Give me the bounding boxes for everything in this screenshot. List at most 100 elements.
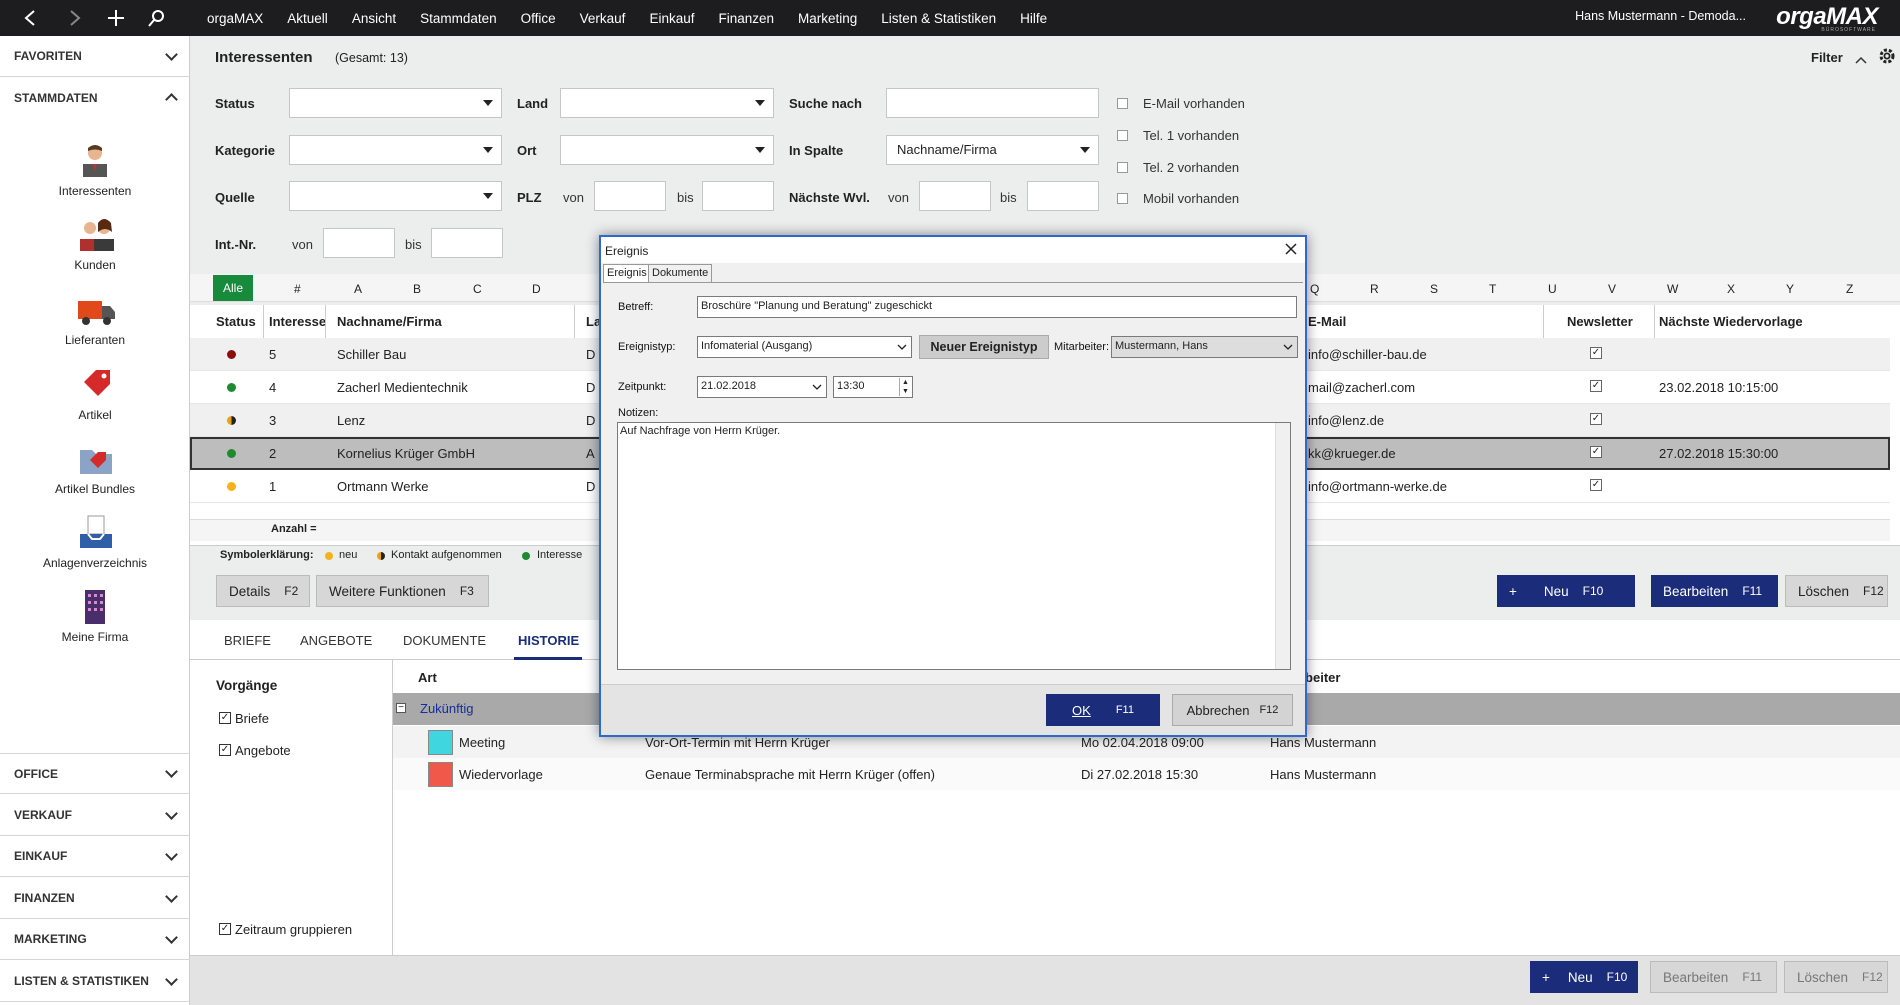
- letter-r[interactable]: R: [1370, 282, 1379, 296]
- sidebar-section-listen[interactable]: LISTEN & STATISTIKEN: [0, 961, 190, 1002]
- menu-finanzen[interactable]: Finanzen: [718, 11, 774, 26]
- datum-picker[interactable]: 21.02.2018: [697, 376, 827, 398]
- menu-orgamax[interactable]: orgaMAX: [207, 11, 263, 26]
- briefe-checkbox[interactable]: ✓: [219, 712, 231, 724]
- letter-x[interactable]: X: [1727, 282, 1735, 296]
- plz-to-input[interactable]: [702, 181, 774, 211]
- letter-u[interactable]: U: [1548, 282, 1557, 296]
- menu-stammdaten[interactable]: Stammdaten: [420, 11, 497, 26]
- sidebar-section-verkauf[interactable]: VERKAUF: [0, 795, 190, 836]
- newsletter-checkbox[interactable]: ✓: [1590, 479, 1602, 491]
- history-bearbeiten-button[interactable]: Bearbeiten F11: [1650, 961, 1777, 993]
- col-newsletter[interactable]: Newsletter: [1567, 305, 1633, 338]
- letter-a[interactable]: A: [354, 282, 362, 296]
- betreff-input[interactable]: Broschüre "Planung und Beratung" zugesch…: [697, 296, 1297, 318]
- notizen-textarea[interactable]: Auf Nachfrage von Herrn Krüger.: [617, 422, 1291, 670]
- col-interesse[interactable]: Interesse: [269, 305, 326, 338]
- sidebar-section-stammdaten[interactable]: STAMMDATEN: [0, 77, 190, 118]
- ereignistyp-select[interactable]: Infomaterial (Ausgang): [697, 336, 912, 358]
- menu-hilfe[interactable]: Hilfe: [1020, 11, 1047, 26]
- forward-icon[interactable]: [55, 0, 95, 36]
- search-icon[interactable]: [137, 0, 177, 36]
- quelle-select[interactable]: [289, 181, 502, 211]
- bearbeiten-button[interactable]: Bearbeiten F11: [1651, 575, 1778, 607]
- sidebar-item-interessenten[interactable]: Interessenten: [0, 142, 190, 198]
- tab-historie[interactable]: HISTORIE: [518, 633, 579, 648]
- menu-einkauf[interactable]: Einkauf: [649, 11, 694, 26]
- table-scrollbar[interactable]: [1890, 305, 1900, 545]
- sidebar-item-anlagenverzeichnis[interactable]: Anlagenverzeichnis: [0, 514, 190, 570]
- newsletter-checkbox[interactable]: ✓: [1590, 446, 1602, 458]
- sidebar-section-office[interactable]: OFFICE: [0, 753, 190, 794]
- letter-t[interactable]: T: [1489, 282, 1496, 296]
- letter-c[interactable]: C: [473, 282, 482, 296]
- tab-dokumente[interactable]: DOKUMENTE: [403, 633, 486, 648]
- textarea-scrollbar[interactable]: [1275, 423, 1290, 669]
- intnr-from-input[interactable]: [323, 228, 395, 258]
- land-select[interactable]: [560, 88, 774, 118]
- sidebar-item-artikel[interactable]: Artikel: [0, 366, 190, 422]
- col-status[interactable]: Status: [216, 305, 256, 338]
- sidebar-item-kunden[interactable]: Kunden: [0, 216, 190, 272]
- newsletter-checkbox[interactable]: ✓: [1590, 347, 1602, 359]
- gear-icon[interactable]: [1878, 47, 1896, 68]
- mitarbeiter-select[interactable]: Mustermann, Hans: [1111, 336, 1298, 358]
- sidebar-section-marketing[interactable]: MARKETING: [0, 919, 190, 960]
- status-select[interactable]: [289, 88, 502, 118]
- column-divider[interactable]: [574, 305, 575, 338]
- tel2-checkbox[interactable]: [1117, 162, 1128, 173]
- history-loeschen-button[interactable]: Löschen F12: [1784, 961, 1888, 993]
- letter-q[interactable]: Q: [1310, 282, 1319, 296]
- sidebar-item-lieferanten[interactable]: Lieferanten: [0, 291, 190, 347]
- tab-angebote[interactable]: ANGEBOTE: [300, 633, 372, 648]
- menu-ansicht[interactable]: Ansicht: [352, 11, 396, 26]
- tel1-checkbox[interactable]: [1117, 130, 1128, 141]
- dialog-tab-ereignis[interactable]: Ereignis: [603, 264, 651, 282]
- newsletter-checkbox[interactable]: ✓: [1590, 413, 1602, 425]
- menu-aktuell[interactable]: Aktuell: [287, 11, 328, 26]
- mobil-checkbox[interactable]: [1117, 193, 1128, 204]
- wvl-to-input[interactable]: [1027, 181, 1099, 211]
- dialog-tab-dokumente[interactable]: Dokumente: [648, 264, 713, 282]
- ort-select[interactable]: [560, 135, 774, 165]
- weitere-funktionen-button[interactable]: Weitere Funktionen F3: [316, 575, 489, 607]
- loeschen-button[interactable]: Löschen F12: [1785, 575, 1888, 607]
- back-icon[interactable]: [10, 0, 50, 36]
- letter-z[interactable]: Z: [1846, 282, 1853, 296]
- angebote-checkbox[interactable]: ✓: [219, 744, 231, 756]
- column-divider[interactable]: [1654, 305, 1655, 338]
- neu-button[interactable]: + Neu F10: [1497, 575, 1635, 607]
- filter-toggle[interactable]: Filter: [1811, 50, 1843, 65]
- kategorie-select[interactable]: [289, 135, 502, 165]
- search-input[interactable]: [886, 88, 1099, 118]
- menu-listen[interactable]: Listen & Statistiken: [881, 11, 996, 26]
- email-checkbox[interactable]: [1117, 98, 1128, 109]
- plz-from-input[interactable]: [594, 181, 666, 211]
- menu-verkauf[interactable]: Verkauf: [580, 11, 626, 26]
- col-wvl[interactable]: Nächste Wiedervorlage: [1659, 305, 1803, 338]
- plus-icon[interactable]: [96, 0, 136, 36]
- sidebar-section-einkauf[interactable]: EINKAUF: [0, 836, 190, 877]
- uhrzeit-input[interactable]: 13:30 ▲ ▼: [833, 376, 913, 398]
- menu-office[interactable]: Office: [521, 11, 556, 26]
- col-art[interactable]: Art: [418, 670, 437, 685]
- wvl-from-input[interactable]: [919, 181, 991, 211]
- letter-w[interactable]: W: [1667, 282, 1678, 296]
- history-neu-button[interactable]: + Neu F10: [1530, 961, 1638, 993]
- neuer-ereignistyp-button[interactable]: Neuer Ereignistyp: [919, 335, 1049, 359]
- user-name[interactable]: Hans Mustermann - Demoda...: [1575, 9, 1746, 23]
- letter-all-button[interactable]: Alle: [213, 275, 253, 301]
- close-icon[interactable]: [1284, 242, 1298, 259]
- column-divider[interactable]: [325, 305, 326, 338]
- letter-d[interactable]: D: [532, 282, 541, 296]
- sidebar-section-finanzen[interactable]: FINANZEN: [0, 878, 190, 919]
- spinner-icon[interactable]: ▲ ▼: [899, 378, 911, 396]
- newsletter-checkbox[interactable]: ✓: [1590, 380, 1602, 392]
- letter-b[interactable]: B: [413, 282, 421, 296]
- sidebar-item-meine-firma[interactable]: Meine Firma: [0, 588, 190, 644]
- column-divider[interactable]: [1543, 305, 1544, 338]
- column-select[interactable]: Nachname/Firma: [886, 135, 1099, 165]
- ok-button[interactable]: OK F11: [1046, 694, 1160, 726]
- intnr-to-input[interactable]: [431, 228, 503, 258]
- letter-s[interactable]: S: [1430, 282, 1438, 296]
